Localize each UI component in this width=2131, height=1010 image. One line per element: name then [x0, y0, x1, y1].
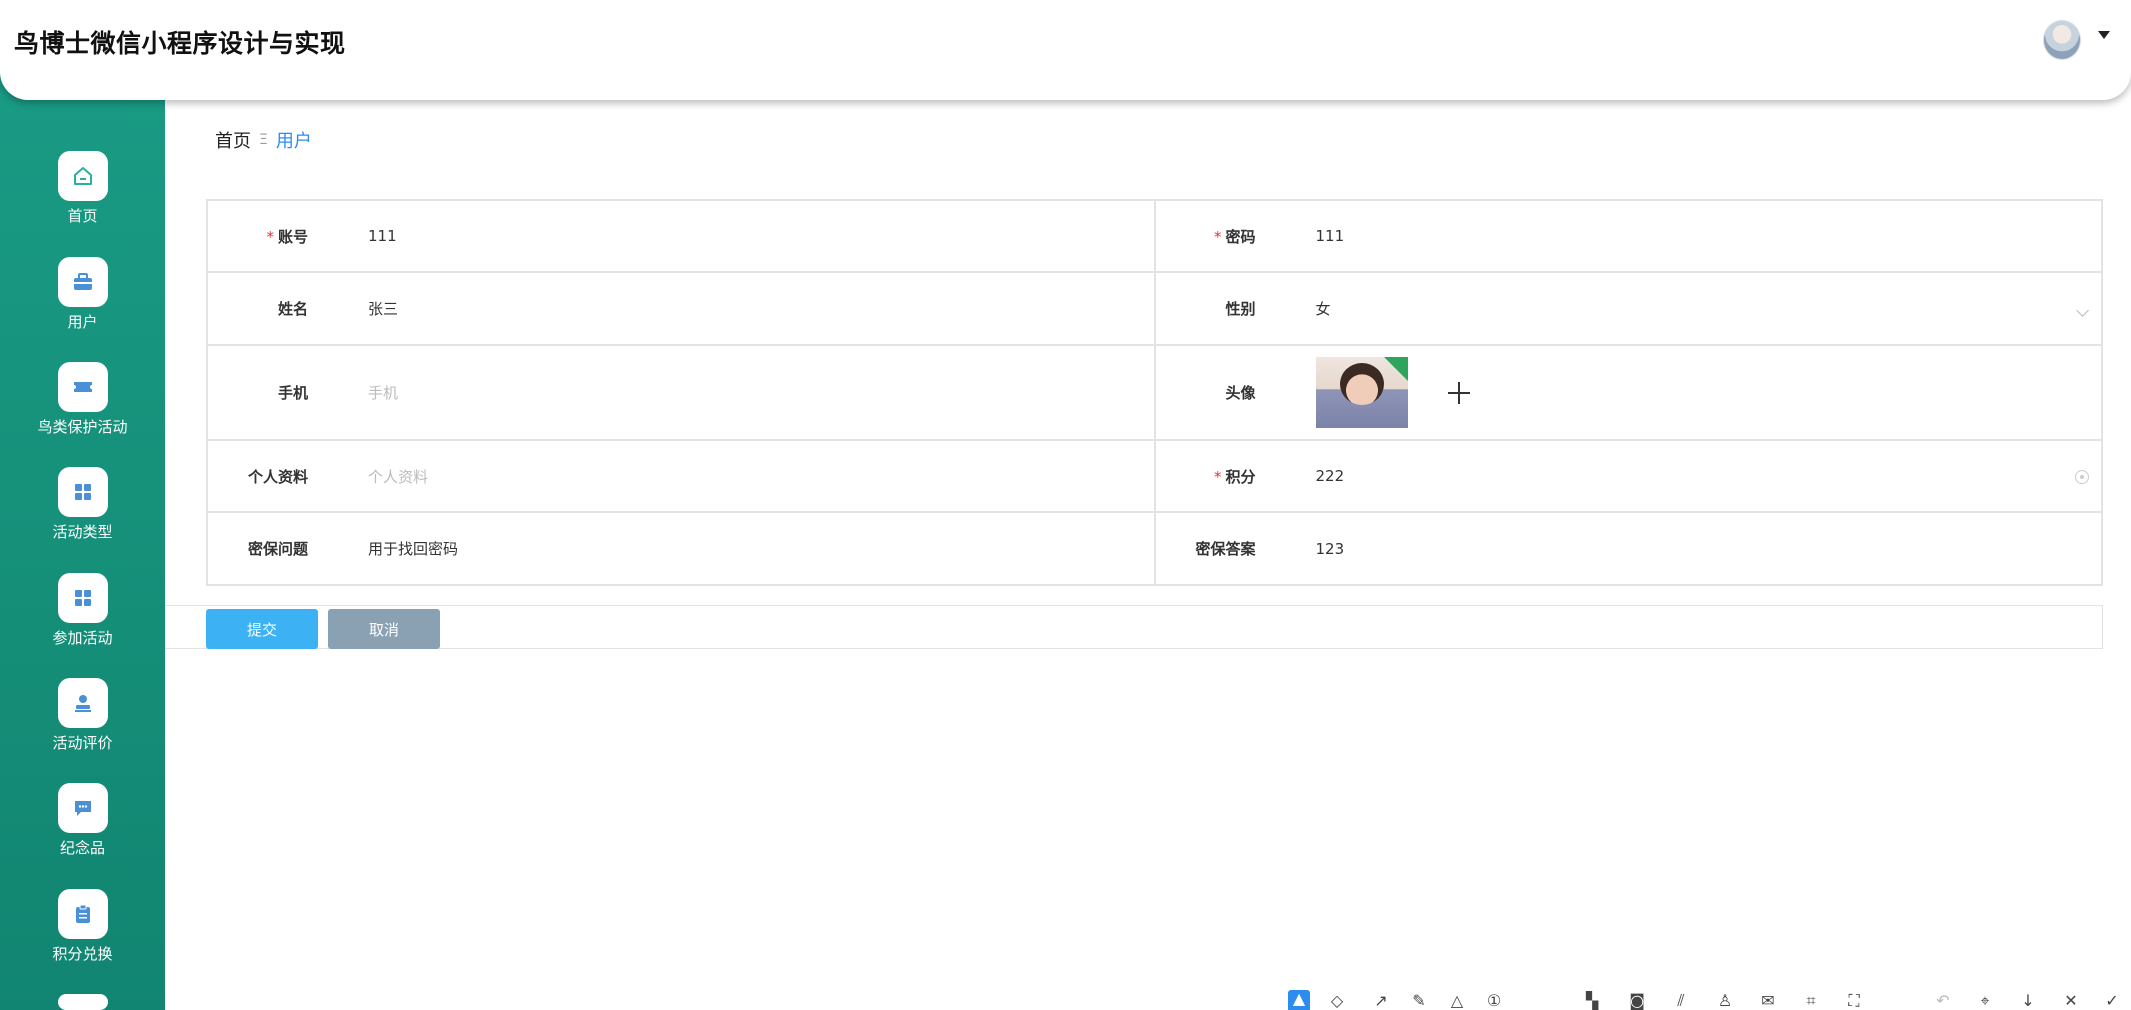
- grid-icon: [57, 573, 108, 623]
- required-mark: *: [1213, 227, 1222, 246]
- phone-input[interactable]: 手机: [368, 382, 398, 403]
- gender-field: 性别 女: [1155, 273, 2103, 346]
- top-header: 鸟博士微信小程序设计与实现: [0, 0, 2131, 100]
- sidebar-item-more[interactable]: [0, 994, 165, 1010]
- points-field: * 积分 222: [1155, 441, 2103, 513]
- form-actions: 提交 取消: [165, 605, 2103, 649]
- points-input[interactable]: 222: [1316, 467, 1345, 485]
- download-icon[interactable]: ↓: [2017, 992, 2039, 1010]
- name-input[interactable]: 张三: [368, 298, 398, 319]
- breadcrumb-separator: Ξ: [259, 132, 268, 148]
- user-form: * 账号 111 * 密码 111 姓名 张三 性别 女 手机 手机 头像 个人…: [206, 199, 2103, 586]
- sidebar-item-join-activity[interactable]: 参加活动: [0, 573, 165, 673]
- breadcrumb-current: 用户: [275, 131, 312, 152]
- breadcrumb-home[interactable]: 首页: [215, 127, 251, 153]
- name-label: 姓名: [277, 300, 308, 318]
- phone-field: 手机 手机: [208, 346, 1156, 441]
- user-avatar[interactable]: [2043, 20, 2081, 60]
- sidebar-item-label: 鸟类保护活动: [37, 418, 128, 436]
- pin-icon[interactable]: ♙: [1714, 992, 1736, 1010]
- sidebar-item-label: 首页: [67, 207, 98, 225]
- sidebar-item-label: 活动评价: [52, 734, 113, 752]
- gender-label: 性别: [1225, 300, 1256, 318]
- sidebar-item-label: 参加活动: [52, 629, 113, 647]
- chat-icon: [57, 783, 108, 833]
- ocr-icon[interactable]: ⌗: [1800, 992, 1822, 1010]
- account-field: * 账号 111: [208, 201, 1156, 273]
- phone-label: 手机: [277, 384, 308, 402]
- hatch-icon[interactable]: ⫽: [1670, 992, 1692, 1010]
- sidebar-item-home[interactable]: 首页: [0, 151, 165, 251]
- sidebar-item-label: 纪念品: [59, 839, 105, 857]
- security-answer-input[interactable]: 123: [1316, 540, 1345, 558]
- capture-toolbar: ▲ ◇ ↗ ✎ △ ① ▚ ◙ ⫽ ♙ ✉ ⌗ ⛶ ↶ ⌖ ↓ ✕ ✓: [1286, 986, 2131, 1010]
- pencil-icon[interactable]: ✎: [1408, 992, 1430, 1010]
- app-title: 鸟博士微信小程序设计与实现: [14, 29, 346, 58]
- stamp-icon: [57, 678, 108, 728]
- mosaic-icon[interactable]: ▚: [1581, 992, 1603, 1010]
- sidebar-item-bird-protection[interactable]: 鸟类保护活动: [0, 362, 165, 462]
- account-label: * 账号: [266, 227, 308, 246]
- password-field: * 密码 111: [1155, 201, 2103, 273]
- profile-field: 个人资料 个人资料: [208, 441, 1156, 513]
- password-input[interactable]: 111: [1316, 227, 1345, 245]
- sidebar-item-label: 活动类型: [52, 523, 113, 541]
- cancel-button[interactable]: 取消: [328, 609, 440, 649]
- sidebar: 首页 用户 鸟类保护活动 活动类型 参加活动 活动评价 纪念品 积分兑换: [0, 0, 165, 1010]
- undo-icon[interactable]: ↶: [1932, 992, 1954, 1010]
- sidebar-item-label: 积分兑换: [52, 945, 113, 963]
- chevron-down-icon[interactable]: [2076, 304, 2089, 317]
- briefcase-icon: [57, 257, 108, 307]
- breadcrumb: 首页 Ξ 用户: [215, 127, 312, 153]
- home-icon: [57, 151, 108, 201]
- close-icon[interactable]: ✕: [2060, 992, 2082, 1010]
- security-answer-field: 密保答案 123: [1155, 513, 2103, 586]
- pin-window-icon[interactable]: ⌖: [1974, 992, 1996, 1010]
- security-question-field: 密保问题 用于找回密码: [208, 513, 1156, 586]
- sidebar-item-users[interactable]: 用户: [0, 257, 165, 357]
- grid-icon: [57, 467, 108, 517]
- ticket-icon: [57, 362, 108, 412]
- points-label: * 积分: [1213, 467, 1256, 486]
- select-icon[interactable]: ▲: [1288, 990, 1310, 1010]
- stepper-icon[interactable]: [2075, 470, 2089, 484]
- security-question-input[interactable]: 用于找回密码: [368, 538, 458, 559]
- password-label: * 密码: [1213, 227, 1256, 246]
- arrow-icon[interactable]: ↗: [1370, 992, 1392, 1010]
- sidebar-item-points-exchange[interactable]: 积分兑换: [0, 889, 165, 989]
- avatar-preview-image[interactable]: [1315, 357, 1408, 428]
- plus-icon[interactable]: [1447, 381, 1470, 404]
- name-field: 姓名 张三: [208, 273, 1156, 346]
- profile-input[interactable]: 个人资料: [368, 466, 428, 487]
- sidebar-item-label: 用户: [67, 313, 98, 331]
- required-mark: *: [1213, 467, 1222, 486]
- clipboard-icon: [57, 889, 108, 939]
- sidebar-item-activity-type[interactable]: 活动类型: [0, 467, 165, 567]
- menu-icon: [57, 994, 108, 1010]
- marker-icon[interactable]: △: [1446, 992, 1468, 1010]
- security-answer-label: 密保答案: [1195, 540, 1256, 558]
- crop-icon[interactable]: ⛶: [1843, 992, 1865, 1010]
- security-question-label: 密保问题: [247, 540, 308, 558]
- caret-down-icon[interactable]: [2098, 31, 2110, 39]
- required-mark: *: [266, 227, 274, 246]
- sidebar-item-souvenir[interactable]: 纪念品: [0, 783, 165, 883]
- account-input[interactable]: 111: [368, 227, 397, 245]
- sidebar-item-activity-review[interactable]: 活动评价: [0, 678, 165, 778]
- shape-icon[interactable]: ◇: [1326, 992, 1348, 1010]
- number-icon[interactable]: ①: [1483, 992, 1505, 1010]
- success-corner-icon: [1383, 357, 1408, 381]
- check-icon[interactable]: ✓: [2101, 992, 2123, 1010]
- profile-label: 个人资料: [247, 467, 308, 486]
- envelope-icon[interactable]: ✉: [1757, 992, 1779, 1010]
- avatar-label: 头像: [1225, 384, 1256, 402]
- gender-select[interactable]: 女: [1316, 298, 1331, 319]
- submit-button[interactable]: 提交: [206, 609, 318, 649]
- stamp-icon[interactable]: ◙: [1626, 992, 1648, 1010]
- avatar-field: 头像: [1155, 346, 2103, 441]
